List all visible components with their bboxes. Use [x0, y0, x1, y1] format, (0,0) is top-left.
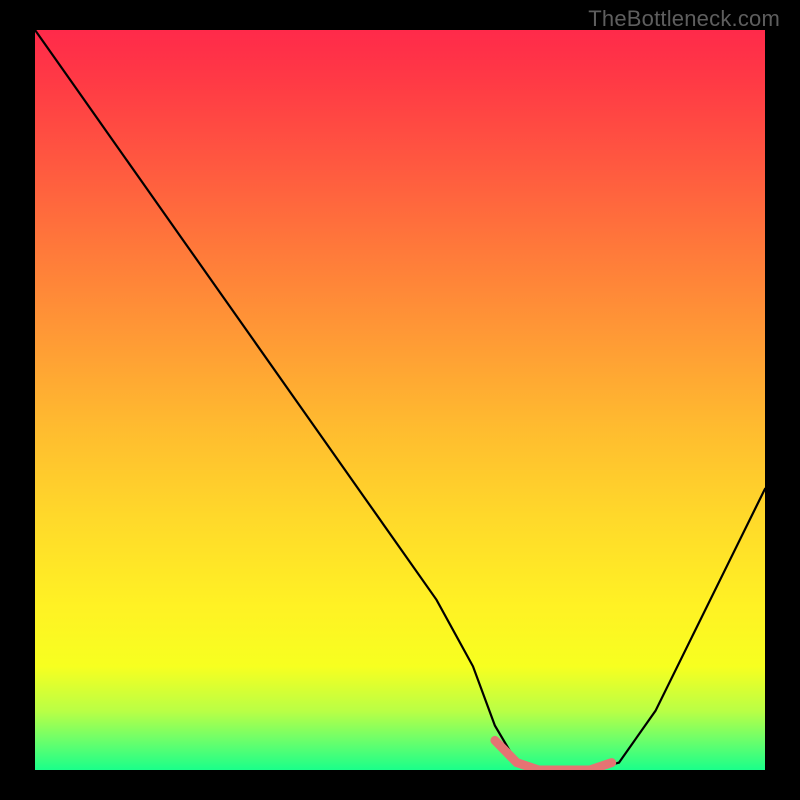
plot-area — [35, 30, 765, 770]
min-highlight-path — [495, 740, 612, 770]
bottleneck-curve-path — [35, 30, 765, 770]
chart-frame: TheBottleneck.com — [0, 0, 800, 800]
watermark-text: TheBottleneck.com — [588, 6, 780, 32]
chart-svg — [35, 30, 765, 770]
